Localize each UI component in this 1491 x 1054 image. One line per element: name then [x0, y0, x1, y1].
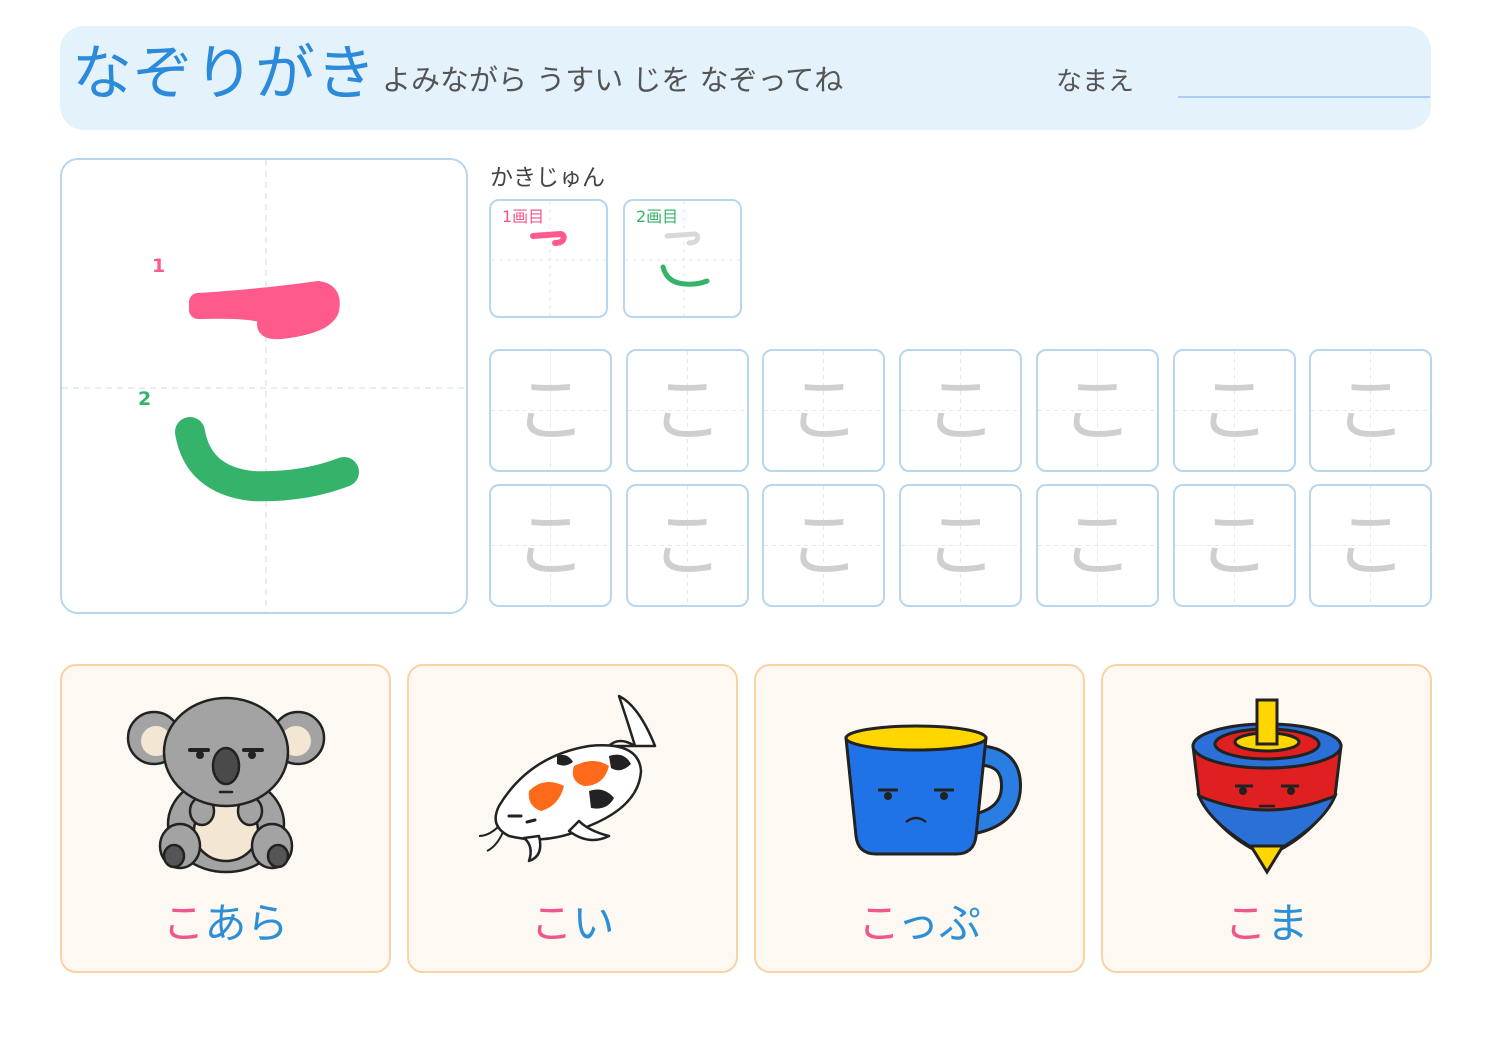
word-card-koi: こい — [407, 664, 738, 973]
practice-cell[interactable]: こ — [762, 484, 886, 607]
trace-character: こ — [1334, 368, 1407, 452]
practice-cell[interactable]: こ — [899, 484, 1023, 607]
trace-character: こ — [924, 368, 997, 452]
practice-cell[interactable]: こ — [489, 484, 612, 607]
koi-fish-icon — [478, 694, 657, 863]
practice-cell[interactable]: こ — [1172, 349, 1296, 472]
practice-cell[interactable]: こ — [1035, 484, 1159, 607]
word-card-cup: こっぷ — [754, 664, 1085, 973]
cup-icon — [844, 724, 1023, 856]
trace-character: こ — [514, 503, 587, 587]
practice-cell[interactable]: こ — [1035, 349, 1159, 472]
stroke-number-1: 1 — [152, 255, 165, 277]
page-title: なぞりがき — [72, 39, 377, 109]
koala-icon — [126, 696, 326, 874]
word-label-koala: こあら — [162, 899, 289, 948]
model-character-strokes: 1 2 — [62, 160, 466, 612]
name-field[interactable] — [1178, 96, 1430, 98]
trace-character: こ — [787, 503, 860, 587]
word-label-cup: こっぷ — [857, 899, 982, 948]
stroke-order-step-2: 2画目 — [623, 199, 742, 318]
header-banner: なぞりがき よみながら うすい じを なぞってね なまえ — [60, 26, 1431, 130]
trace-character: こ — [651, 368, 724, 452]
word-label-koi: こい — [530, 899, 615, 948]
practice-cell[interactable]: こ — [762, 349, 886, 472]
practice-cell[interactable]: こ — [625, 484, 749, 607]
practice-cell[interactable]: こ — [1309, 349, 1433, 472]
word-label-top: こま — [1224, 899, 1309, 948]
word-card-top: こま — [1101, 664, 1432, 973]
practice-cell[interactable]: こ — [1172, 484, 1296, 607]
trace-character: こ — [1197, 368, 1270, 452]
trace-character: こ — [787, 368, 860, 452]
practice-cell[interactable]: こ — [1309, 484, 1433, 607]
step-label-2: 2画目 — [636, 207, 679, 226]
spinning-top-icon — [1191, 698, 1343, 875]
trace-character: こ — [1197, 503, 1270, 587]
trace-character: こ — [514, 368, 587, 452]
stroke-order-step-1: 1画目 — [489, 199, 608, 318]
stroke-2 — [175, 417, 359, 502]
trace-character: こ — [1061, 368, 1134, 452]
stroke-1 — [189, 281, 340, 340]
trace-character: こ — [651, 503, 724, 587]
stroke-number-2: 2 — [138, 388, 151, 410]
practice-cell[interactable]: こ — [899, 349, 1023, 472]
name-label: なまえ — [1056, 67, 1135, 97]
trace-character: こ — [1061, 503, 1134, 587]
practice-cell[interactable]: こ — [489, 349, 612, 472]
trace-character: こ — [924, 503, 997, 587]
trace-character: こ — [1334, 503, 1407, 587]
stroke-order-label: かきじゅん — [490, 165, 605, 191]
word-card-koala: こあら — [60, 664, 391, 973]
step-label-1: 1画目 — [502, 207, 545, 226]
model-character-box: 1 2 — [60, 158, 468, 614]
practice-cell[interactable]: こ — [625, 349, 749, 472]
instruction-text: よみながら うすい じを なぞってね — [382, 63, 844, 97]
